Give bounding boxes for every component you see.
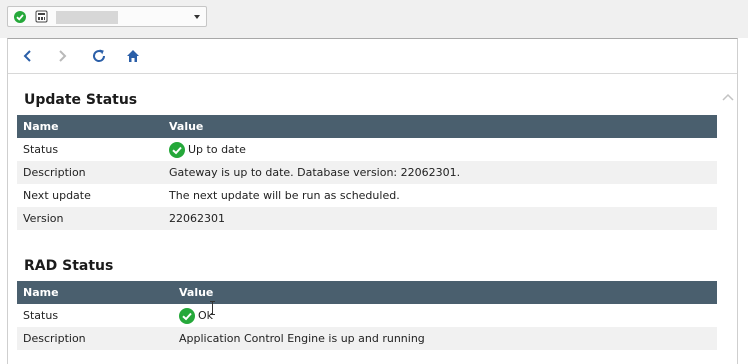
chevron-left-icon [23, 50, 31, 62]
row-name: Status [23, 309, 59, 322]
text-cursor-icon [210, 301, 215, 315]
check-circle-icon [14, 11, 26, 23]
home-icon [127, 50, 139, 62]
row-name: Version [17, 207, 163, 230]
home-button[interactable] [125, 48, 141, 64]
navigation-toolbar [8, 39, 737, 74]
row-value: Ok [173, 304, 717, 327]
table-header-row: Name Value [17, 115, 717, 138]
check-circle-icon [169, 141, 185, 158]
row-value: The next update will be run as scheduled… [169, 189, 400, 202]
column-header-name: Name [17, 115, 163, 138]
device-selector-dropdown[interactable] [7, 6, 207, 27]
table-row: Version 22062301 [17, 207, 717, 230]
table-row: Status Up to date [17, 138, 717, 161]
device-name [56, 11, 118, 24]
column-header-value: Value [173, 281, 717, 304]
scroll-up-button[interactable] [722, 92, 734, 102]
refresh-button[interactable] [91, 48, 107, 64]
refresh-icon [93, 49, 106, 62]
row-name: Description [17, 161, 163, 184]
forward-button[interactable] [54, 48, 70, 64]
update-status-title: Update Status [24, 92, 138, 108]
update-status-table: Name Value Status Up to date Description… [17, 115, 717, 230]
column-header-name: Name [17, 281, 173, 304]
column-header-value: Value [163, 115, 717, 138]
back-button[interactable] [20, 48, 36, 64]
row-name: Next update [23, 189, 91, 202]
status-value: Ok [198, 309, 214, 322]
chevron-down-icon [194, 15, 200, 19]
check-circle-icon [179, 307, 195, 324]
status-value: Up to date [188, 143, 246, 156]
table-row: Description Gateway is up to date. Datab… [17, 161, 717, 184]
table-header-row: Name Value [17, 281, 717, 304]
row-value: Application Control Engine is up and run… [173, 327, 717, 350]
gateway-device-icon [35, 10, 48, 23]
rad-status-title: RAD Status [24, 258, 114, 274]
row-value: Gateway is up to date. Database version:… [163, 161, 717, 184]
rad-status-table: Name Value Status Ok Description Applica… [17, 281, 717, 350]
table-row: Status Ok [17, 304, 717, 327]
row-name: Description [17, 327, 173, 350]
top-bar [0, 0, 748, 38]
row-value: Up to date [163, 138, 717, 161]
chevron-right-icon [59, 50, 67, 62]
content-panel: Update Status Name Value Status Up to da… [7, 38, 738, 364]
row-name: Status [23, 143, 59, 156]
chevron-up-icon [722, 93, 734, 101]
table-row: Next update The next update will be run … [17, 184, 717, 207]
table-row: Description Application Control Engine i… [17, 327, 717, 350]
row-value: 22062301 [163, 207, 717, 230]
